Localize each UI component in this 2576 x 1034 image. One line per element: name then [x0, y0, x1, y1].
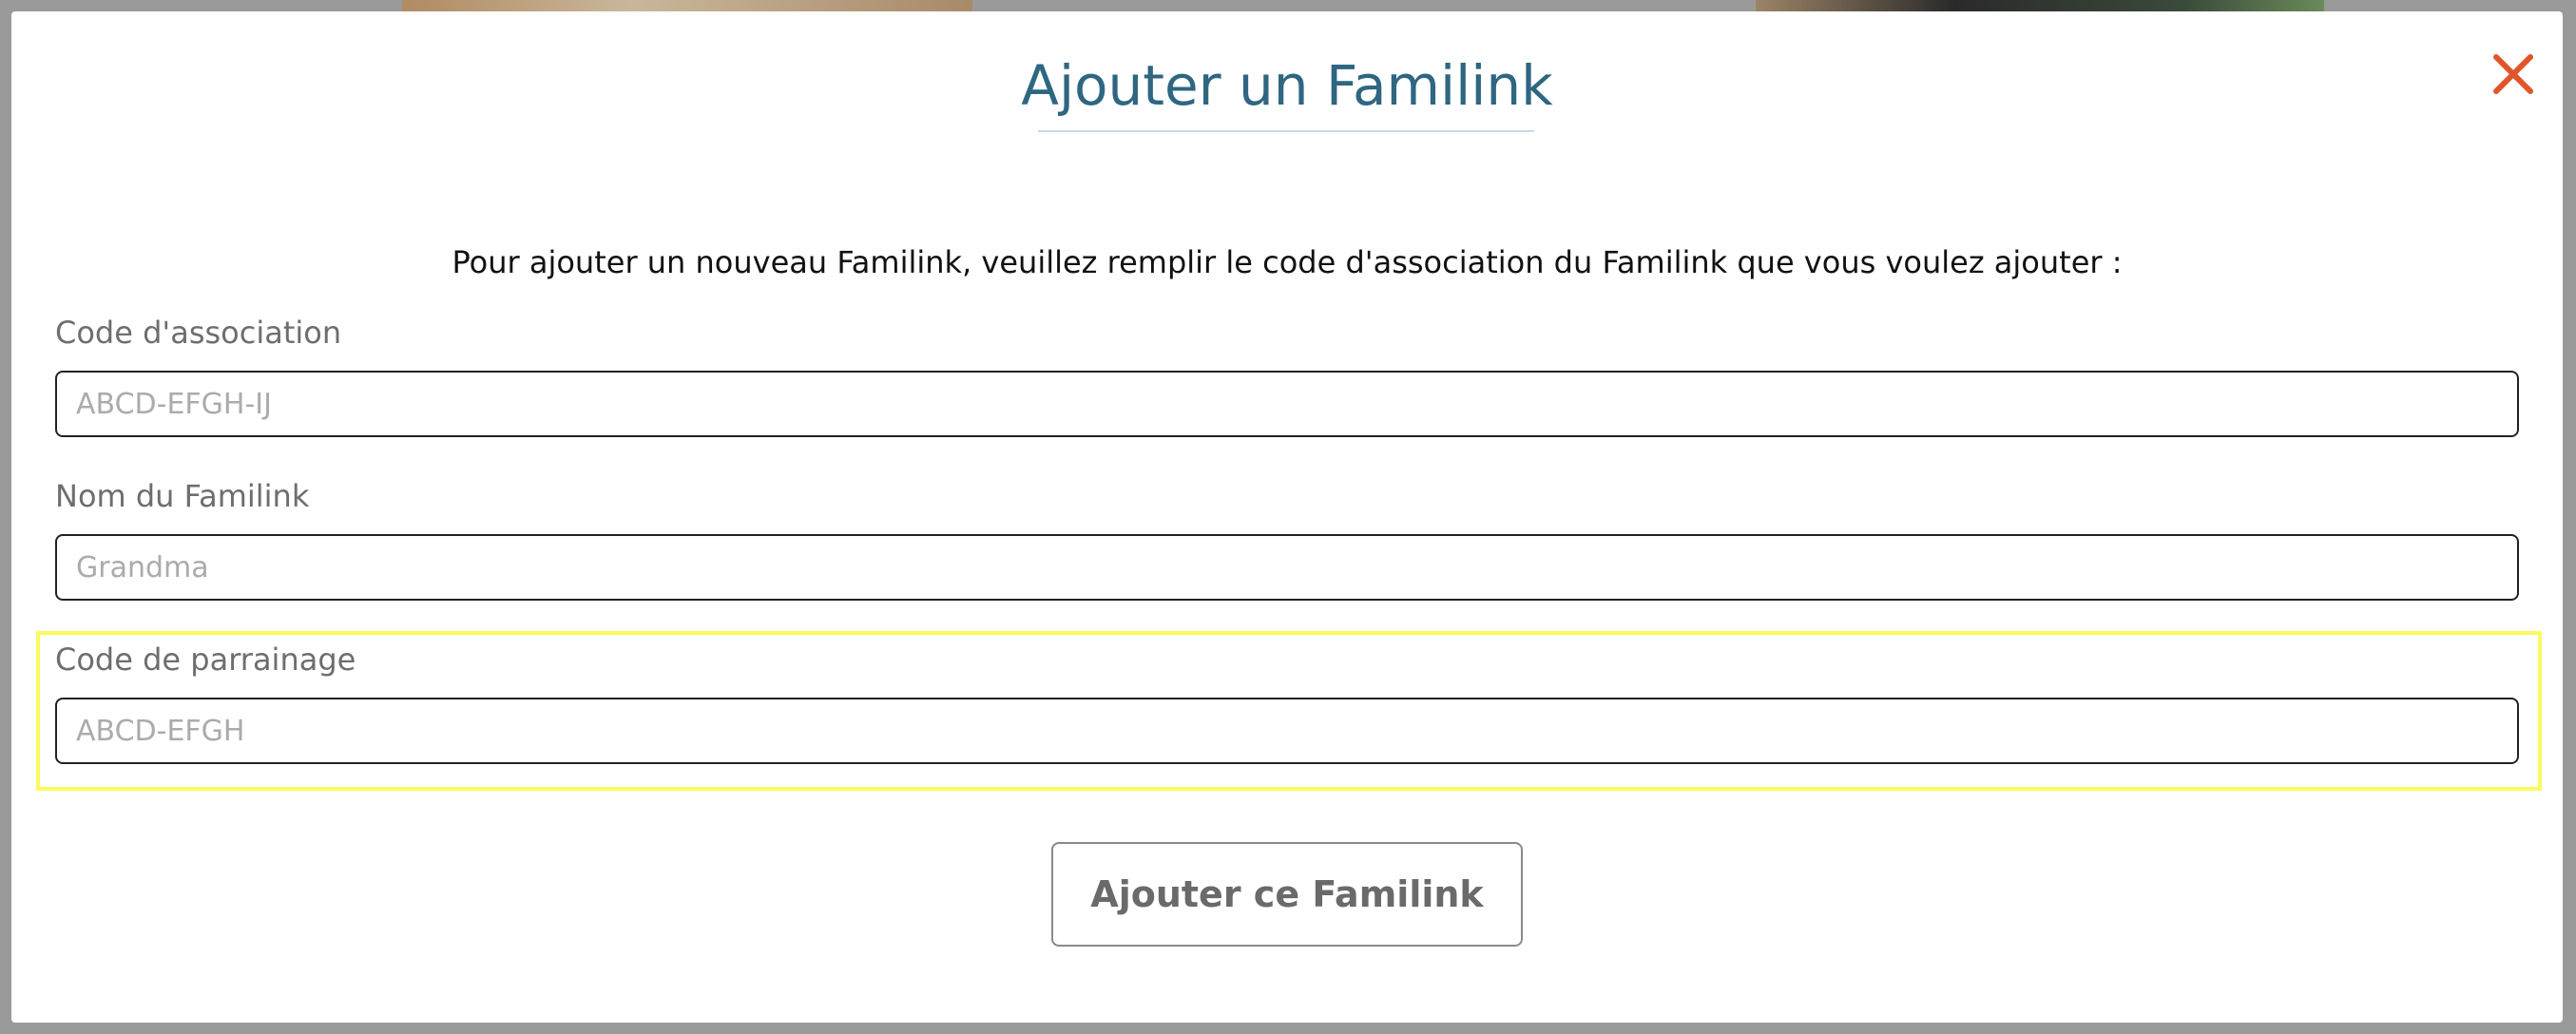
- association-code-label: Code d'association: [55, 315, 342, 351]
- referral-code-input[interactable]: [55, 698, 2519, 764]
- familink-name-input[interactable]: [55, 534, 2519, 601]
- add-familink-button[interactable]: Ajouter ce Familink: [1051, 842, 1523, 947]
- modal-title: Ajouter un Familink: [1021, 53, 1553, 118]
- familink-name-label: Nom du Familink: [55, 478, 310, 514]
- close-button[interactable]: [2489, 49, 2538, 99]
- close-icon: [2493, 54, 2533, 94]
- referral-code-label: Code de parrainage: [55, 641, 356, 678]
- add-familink-modal: Ajouter un Familink Pour ajouter un nouv…: [11, 11, 2563, 1023]
- intro-text: Pour ajouter un nouveau Familink, veuill…: [452, 244, 2123, 280]
- title-underline: [1038, 130, 1534, 132]
- association-code-input[interactable]: [55, 371, 2519, 437]
